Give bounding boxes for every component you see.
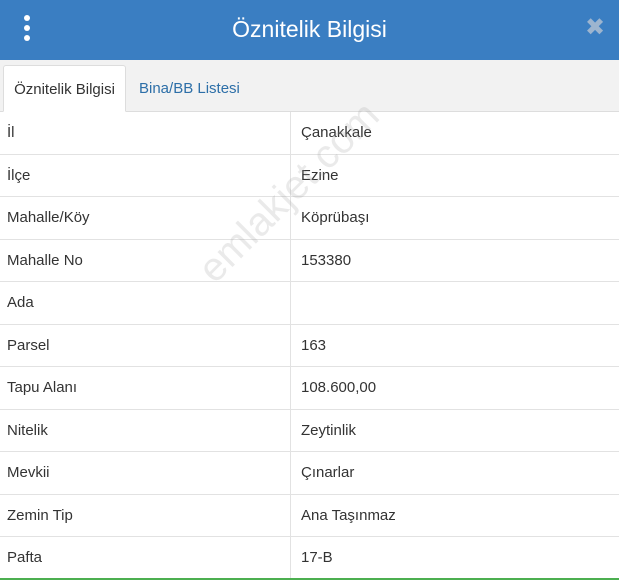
close-icon[interactable]: ✖ [584,16,606,40]
dialog-title: Öznitelik Bilgisi [232,16,387,42]
attribute-key: Ada [7,294,34,312]
attribute-table: İl Çanakkale İlçe Ezine Mahalle/Köy Köpr… [0,112,619,580]
attribute-key: Tapu Alanı [7,379,78,397]
dialog-header: Öznitelik Bilgisi ✖ [0,0,619,60]
attribute-value: 153380 [301,251,352,269]
attribute-key: Mahalle/Köy [7,209,90,227]
table-row: İl Çanakkale [0,112,619,155]
attribute-value: 163 [301,336,327,354]
attribute-value: Zeytinlik [301,421,357,439]
table-row: Mahalle/Köy Köprübaşı [0,197,619,240]
attribute-value: Ezine [301,166,339,184]
attribute-key: İlçe [7,166,31,184]
attribute-key: Nitelik [7,421,48,439]
table-row: Nitelik Zeytinlik [0,409,619,452]
table-row: Mahalle No 153380 [0,239,619,282]
table-row: Zemin Tip Ana Taşınmaz [0,494,619,537]
table-row: Pafta 17-B [0,537,619,580]
attribute-value: 17-B [301,548,333,566]
attribute-key: İl [7,124,15,142]
table-row: İlçe Ezine [0,154,619,197]
attribute-value: 108.600,00 [301,379,377,397]
tab-bina-bb-listesi[interactable]: Bina/BB Listesi [129,65,250,112]
attribute-key: Parsel [7,336,50,354]
attribute-value: Köprübaşı [301,209,370,227]
tab-bar: Öznitelik Bilgisi Bina/BB Listesi [0,60,619,112]
tab-oznitelik-bilgisi[interactable]: Öznitelik Bilgisi [3,65,126,112]
attribute-key: Zemin Tip [7,506,73,524]
attribute-value: Ana Taşınmaz [301,506,396,524]
table-row: Mevkii Çınarlar [0,452,619,495]
attribute-value: Çınarlar [301,464,355,482]
attribute-key: Mahalle No [7,251,83,269]
table-row: Parsel 163 [0,324,619,367]
attribute-value [301,282,611,324]
attribute-key: Mevkii [7,464,50,482]
attribute-key: Pafta [7,548,43,566]
attribute-value: Çanakkale [301,124,372,142]
table-row: Ada [0,282,619,325]
table-row: Tapu Alanı 108.600,00 [0,367,619,410]
